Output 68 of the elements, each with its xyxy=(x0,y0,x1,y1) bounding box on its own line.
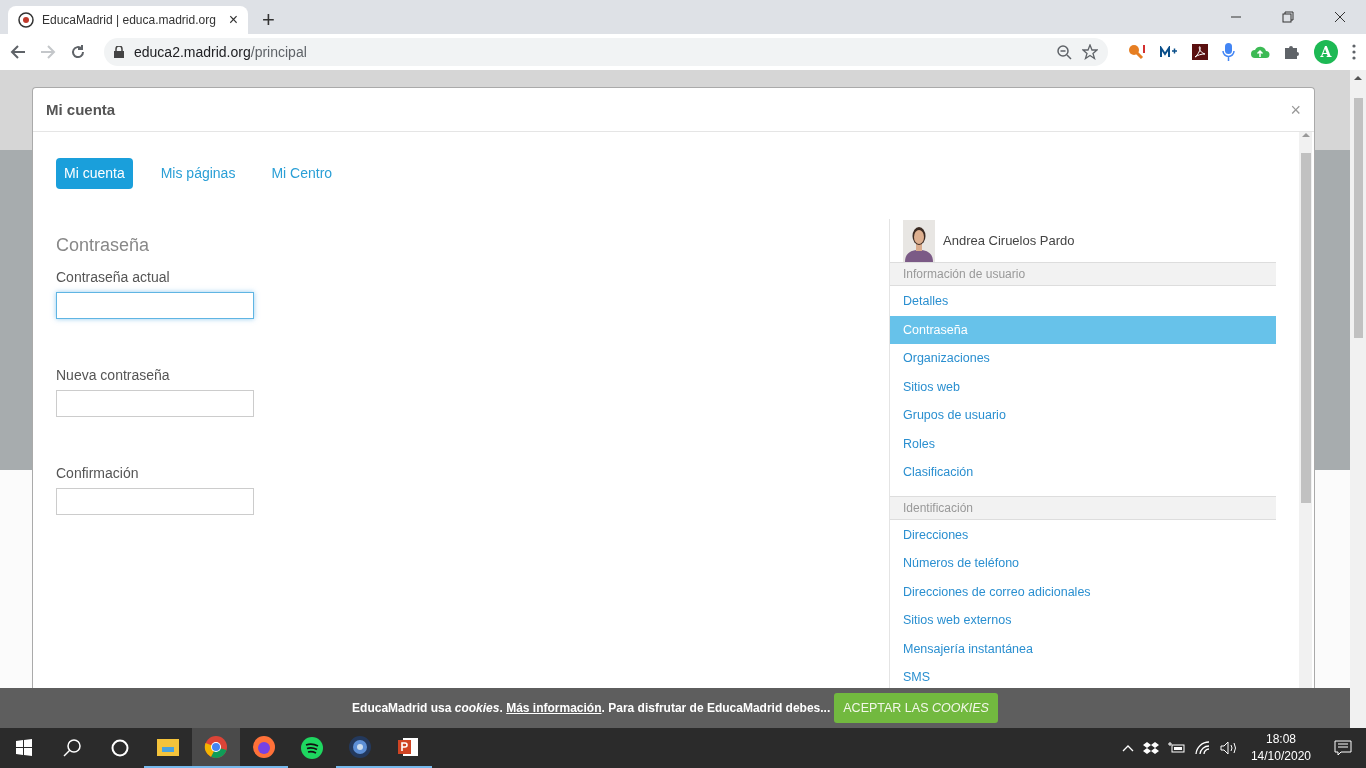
menu-item[interactable]: Contraseña xyxy=(890,315,1276,344)
slides-icon xyxy=(397,736,419,758)
browser-tab[interactable]: EducaMadrid | educa.madrid.org × xyxy=(8,6,248,34)
password-field[interactable] xyxy=(56,390,254,417)
menu-item[interactable]: Mensajería instantánea xyxy=(890,634,1276,663)
close-button[interactable]: × xyxy=(1290,100,1301,119)
box-icon[interactable] xyxy=(1142,741,1159,755)
close-icon[interactable] xyxy=(1334,11,1346,23)
menu-item[interactable]: Direcciones xyxy=(890,520,1276,549)
user-name: Andrea Ciruelos Pardo xyxy=(943,233,1075,248)
menu-item[interactable]: Clasificación xyxy=(890,458,1276,487)
fox-globe-icon xyxy=(252,735,276,759)
reload-icon[interactable] xyxy=(70,44,86,60)
scrollbar[interactable] xyxy=(1350,70,1366,728)
section-header: Identificación xyxy=(890,495,1276,520)
wifi-icon[interactable] xyxy=(1194,741,1211,755)
back-icon[interactable] xyxy=(10,44,26,60)
account-tab[interactable]: Mi cuenta xyxy=(56,158,133,189)
field-label: Nueva contraseña xyxy=(56,367,170,383)
new-tab-button[interactable]: + xyxy=(262,9,275,31)
menu-item[interactable]: Roles xyxy=(890,429,1276,458)
password-field[interactable] xyxy=(56,488,254,515)
menu-item[interactable]: SMS xyxy=(890,663,1276,692)
address-bar[interactable]: educa2.madrid.org/principal xyxy=(104,38,1108,66)
tab-close[interactable]: × xyxy=(228,11,238,29)
star-icon[interactable] xyxy=(1082,44,1098,60)
menu-item[interactable]: Organizaciones xyxy=(890,344,1276,373)
profile-avatar[interactable]: A xyxy=(1314,40,1338,64)
more-info-link[interactable]: Más información xyxy=(506,701,602,715)
menu-item[interactable]: Números de teléfono xyxy=(890,549,1276,578)
browser-icon xyxy=(204,735,228,759)
cookie-notice: EducaMadrid usa cookies. Más información. Para disfrutar de EducaMadrid debes... xyxy=(352,701,831,715)
scrollbar-thumb[interactable] xyxy=(1353,98,1363,338)
account-tab[interactable]: Mi Centro xyxy=(263,158,341,189)
m-plus-icon[interactable] xyxy=(1160,46,1178,58)
scrollbar-thumb[interactable] xyxy=(1300,153,1311,503)
site-logo-icon xyxy=(18,12,34,28)
notifications-icon[interactable] xyxy=(1334,740,1352,756)
puzzle-icon[interactable] xyxy=(1284,44,1300,60)
dialog-title: Mi cuenta xyxy=(46,101,116,118)
chevron-up-icon[interactable] xyxy=(1121,744,1134,752)
battery-icon[interactable] xyxy=(1167,742,1186,754)
password-field[interactable] xyxy=(56,292,254,319)
key-icon[interactable] xyxy=(1128,43,1146,61)
section-header: Información de usuario xyxy=(890,263,1276,286)
tab-title: EducaMadrid | educa.madrid.org xyxy=(42,13,217,27)
microphone-icon[interactable] xyxy=(1222,43,1236,61)
folder-icon xyxy=(156,737,180,757)
menu-item[interactable]: Grupos de usuario xyxy=(890,401,1276,430)
speaker-icon[interactable] xyxy=(1219,741,1238,755)
menu-item[interactable]: Detalles xyxy=(890,287,1276,316)
restore-icon[interactable] xyxy=(1282,11,1294,23)
scroll-up-icon[interactable] xyxy=(1354,75,1362,80)
zoom-out-icon[interactable] xyxy=(1056,44,1072,60)
sound-waves-icon xyxy=(300,736,324,760)
accept-cookies-button[interactable]: ACEPTAR LAS COOKIES xyxy=(834,693,998,723)
field-label: Confirmación xyxy=(56,465,139,481)
field-label: Contraseña actual xyxy=(56,269,170,285)
clock[interactable]: 18:08 14/10/2020 xyxy=(1250,731,1311,765)
section-heading: Contraseña xyxy=(56,235,150,256)
menu-item[interactable]: Sitios web externos xyxy=(890,606,1276,635)
menu-item[interactable]: Direcciones de correo adicionales xyxy=(890,577,1276,606)
globe-icon xyxy=(348,735,372,759)
document-icon[interactable] xyxy=(1192,44,1208,60)
lock-icon xyxy=(114,46,124,58)
account-tab[interactable]: Mis páginas xyxy=(152,158,244,189)
menu-item[interactable]: Sitios web xyxy=(890,372,1276,401)
more-menu-icon[interactable] xyxy=(1352,44,1356,60)
